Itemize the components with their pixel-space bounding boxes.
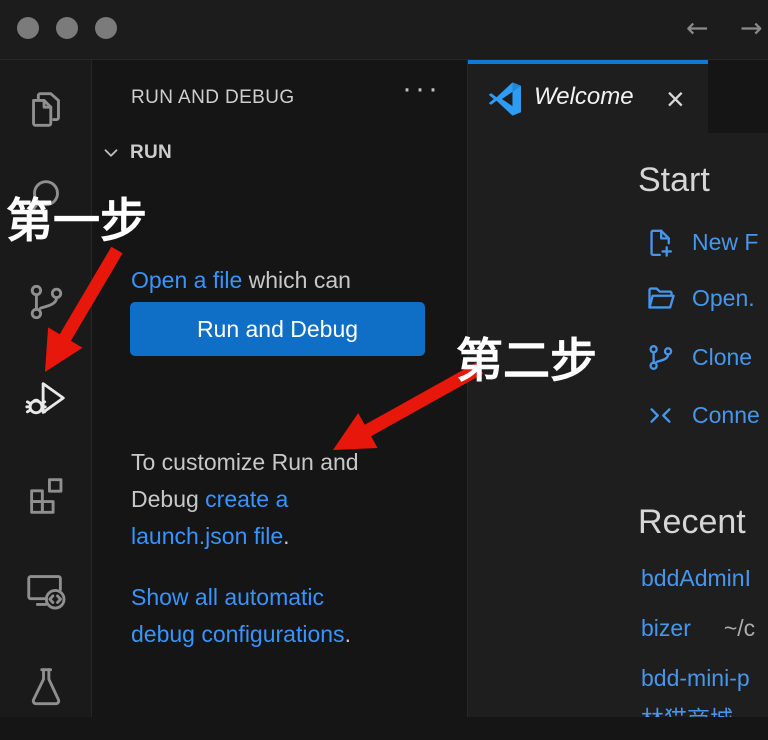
customize-line1: To customize Run and bbox=[131, 444, 359, 481]
start-item-label: Clone bbox=[692, 344, 752, 371]
start-open[interactable]: Open. bbox=[644, 281, 755, 315]
step1-label: 第一步 bbox=[6, 182, 147, 251]
window-bottom-strip bbox=[0, 717, 768, 740]
tab-bar: Welcome × bbox=[468, 60, 768, 133]
hint-text: which can bbox=[242, 267, 351, 293]
run-and-debug-icon[interactable] bbox=[18, 370, 74, 426]
create-launch-json-link[interactable]: create a bbox=[205, 486, 288, 512]
start-item-label: Open. bbox=[692, 285, 755, 312]
start-item-label: New F bbox=[692, 229, 758, 256]
extensions-icon[interactable] bbox=[18, 467, 74, 523]
window-zoom-button[interactable] bbox=[95, 17, 117, 39]
git-clone-icon bbox=[644, 341, 677, 374]
start-heading: Start bbox=[638, 161, 710, 200]
activity-bar bbox=[0, 60, 92, 740]
show-all-automatic-link[interactable]: Show all automatic bbox=[131, 584, 324, 610]
start-item-label: Conne bbox=[692, 402, 760, 429]
run-section-header[interactable]: RUN bbox=[100, 142, 172, 164]
panel-title: RUN AND DEBUG bbox=[131, 87, 295, 109]
recent-item[interactable]: bdd-mini-p bbox=[641, 662, 750, 694]
start-clone[interactable]: Clone bbox=[644, 340, 752, 374]
run-and-debug-button[interactable]: Run and Debug bbox=[130, 302, 425, 356]
source-control-icon[interactable] bbox=[18, 274, 74, 330]
window-minimize-button[interactable] bbox=[56, 17, 78, 39]
explorer-icon[interactable] bbox=[18, 82, 74, 138]
open-folder-icon bbox=[644, 282, 677, 315]
configs-period: . bbox=[345, 621, 351, 647]
step2-label: 第二步 bbox=[456, 322, 597, 391]
navigate-back-icon[interactable]: ← bbox=[686, 11, 709, 47]
run-and-debug-panel: RUN AND DEBUG ··· RUN Open a file which … bbox=[92, 60, 467, 740]
editor-group: Welcome × Start New F Open. bbox=[467, 60, 768, 740]
tab-welcome[interactable]: Welcome × bbox=[468, 60, 708, 133]
title-bar: ← → bbox=[0, 0, 768, 60]
new-file-icon bbox=[644, 226, 677, 259]
launch-json-file-link[interactable]: launch.json file bbox=[131, 523, 283, 549]
show-configs-text: Show all automatic debug configurations. bbox=[131, 579, 351, 653]
recent-item-name[interactable]: 林猫商城 bbox=[641, 700, 733, 717]
tab-close-icon[interactable]: × bbox=[666, 77, 685, 121]
navigate-forward-icon[interactable]: → bbox=[740, 11, 763, 47]
tab-welcome-label: Welcome bbox=[534, 83, 634, 111]
testing-icon[interactable] bbox=[18, 658, 74, 714]
remote-connect-icon bbox=[644, 399, 677, 432]
recent-item[interactable]: 林猫商城 bbox=[641, 701, 733, 717]
recent-item-name[interactable]: bizer bbox=[641, 615, 691, 642]
vscode-logo-icon bbox=[488, 82, 522, 116]
chevron-down-icon bbox=[100, 142, 122, 164]
more-actions-icon[interactable]: ··· bbox=[402, 72, 441, 106]
vscode-window: ← → bbox=[0, 0, 768, 740]
run-section-label: RUN bbox=[130, 142, 172, 164]
customize-line2-pre: Debug bbox=[131, 486, 205, 512]
recent-item-name[interactable]: bddAdminI bbox=[641, 565, 751, 592]
welcome-page: Start New F Open. bbox=[468, 133, 768, 717]
window-close-button[interactable] bbox=[17, 17, 39, 39]
customize-period: . bbox=[283, 523, 289, 549]
open-a-file-link[interactable]: Open a file bbox=[131, 267, 242, 293]
customize-hint-text: To customize Run and Debug create a laun… bbox=[131, 444, 359, 555]
start-connect[interactable]: Conne bbox=[644, 398, 760, 432]
remote-explorer-icon[interactable] bbox=[18, 562, 74, 618]
start-new-file[interactable]: New F bbox=[644, 225, 758, 259]
recent-item-path: ~/c bbox=[724, 615, 755, 642]
recent-item[interactable]: bddAdminI bbox=[641, 562, 751, 594]
recent-heading: Recent bbox=[638, 503, 746, 542]
recent-item[interactable]: bizer ~/c bbox=[641, 612, 755, 644]
recent-item-name[interactable]: bdd-mini-p bbox=[641, 665, 750, 692]
debug-configurations-link[interactable]: debug configurations bbox=[131, 621, 345, 647]
